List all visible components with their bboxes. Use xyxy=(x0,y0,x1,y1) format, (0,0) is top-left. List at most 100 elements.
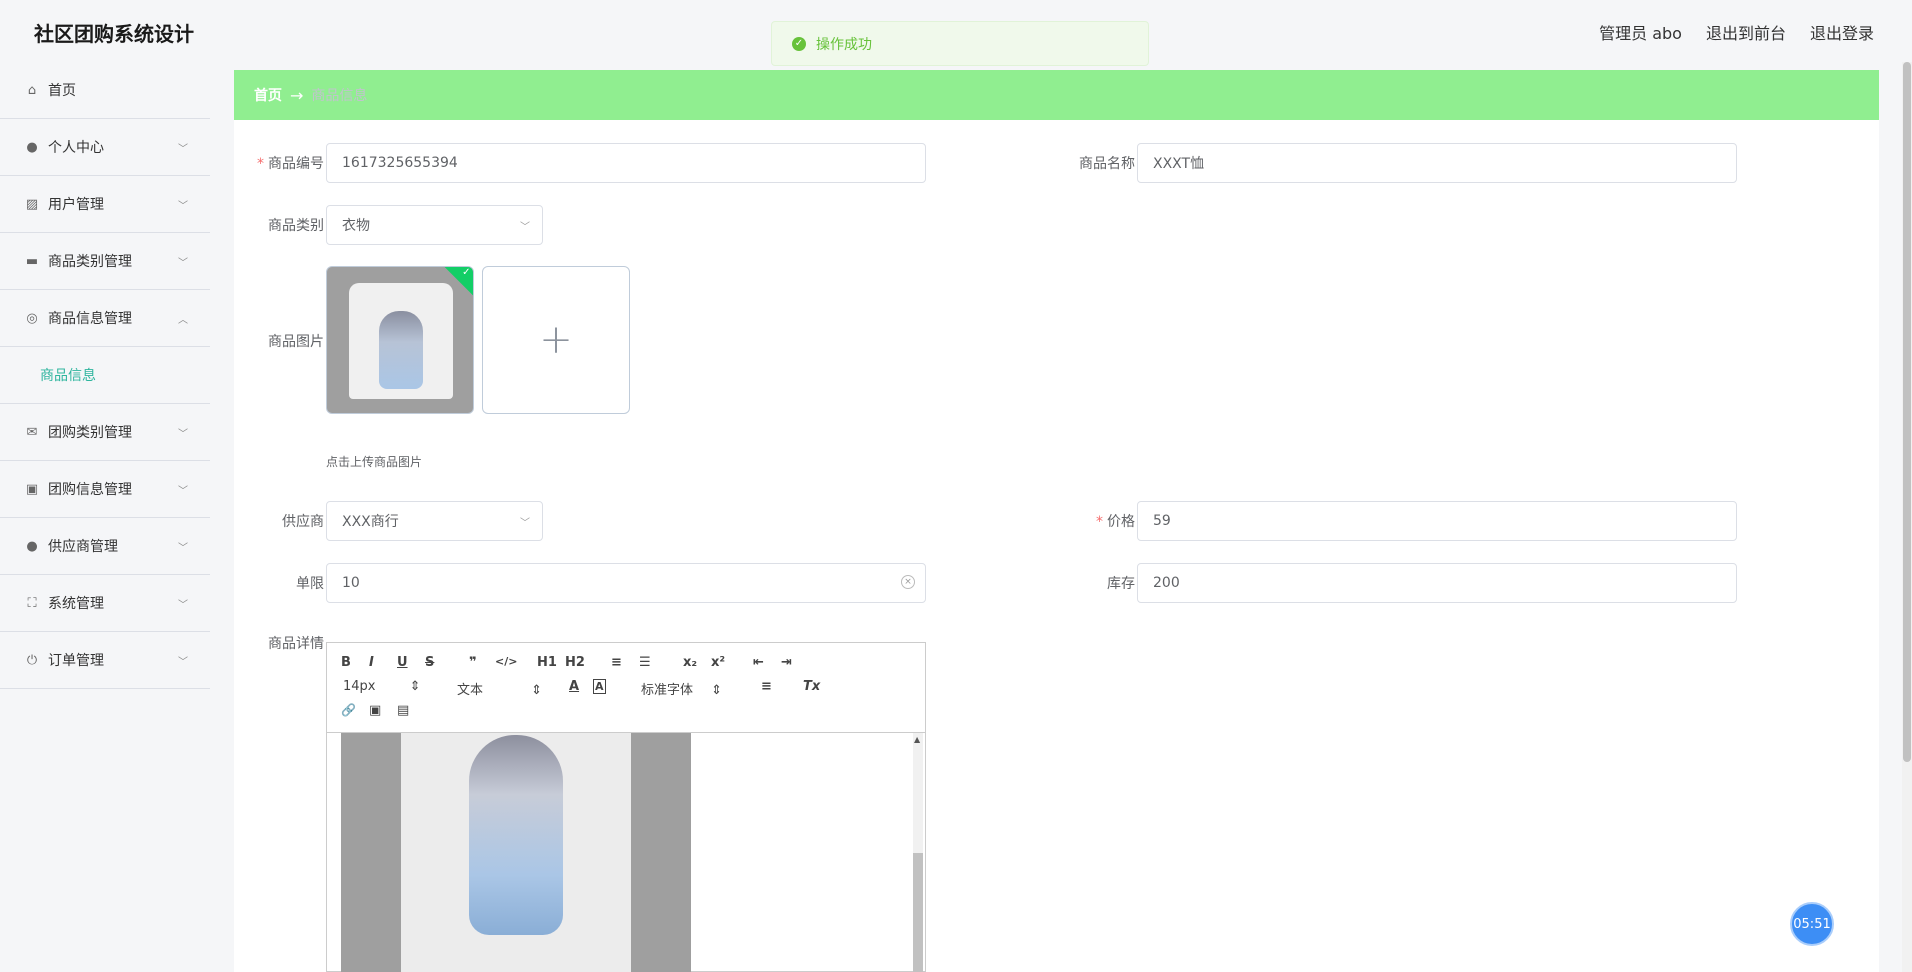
name-label: 商品名称 xyxy=(1079,156,1135,172)
code-label: * 商品编号 xyxy=(257,156,324,172)
sidebar-item-label: 商品类别管理 xyxy=(48,254,132,270)
supplier-select[interactable]: XXX商行 ﹀ xyxy=(326,501,543,541)
sidebar-item-user-management[interactable]: ▨ 用户管理 ﹀ xyxy=(0,176,210,233)
user-icon: ● xyxy=(26,538,38,554)
chevron-down-icon: ﹀ xyxy=(178,258,188,269)
editor-product-image xyxy=(341,733,691,972)
font-family-select[interactable]: 标准字体 ⇕ xyxy=(641,679,722,698)
sidebar-item-home[interactable]: ⌂ 首页 xyxy=(0,62,210,119)
price-input[interactable]: 59 xyxy=(1137,501,1737,541)
chevron-down-icon: ﹀ xyxy=(178,144,188,155)
link-icon[interactable]: 🔗 xyxy=(341,703,356,717)
sidebar-item-system-management[interactable]: ⛶ 系统管理 ﹀ xyxy=(0,575,210,632)
sidebar-item-category-management[interactable]: ▬ 商品类别管理 ﹀ xyxy=(0,233,210,290)
video-icon[interactable]: ▤ xyxy=(397,703,409,718)
sidebar-item-groupbuy-category[interactable]: ✉ 团购类别管理 ﹀ xyxy=(0,404,210,461)
sidebar-item-label: 商品信息管理 xyxy=(48,311,132,327)
check-icon: ✓ xyxy=(462,266,471,278)
text-type-select[interactable]: 文本 ⇕ xyxy=(457,679,542,698)
code-input[interactable]: 1617325655394 xyxy=(326,143,926,183)
mail-icon: ✉ xyxy=(26,424,38,440)
sidebar-item-order-management[interactable]: ⏻ 订单管理 ﹀ xyxy=(0,632,210,689)
breadcrumb: 首页 → 商品信息 xyxy=(234,70,1879,120)
timer-badge: 05:51 xyxy=(1790,902,1834,946)
success-toast: ✓ 操作成功 xyxy=(771,21,1149,66)
character-figure xyxy=(469,735,563,935)
sidebar-item-label: 用户管理 xyxy=(48,197,104,213)
rich-text-editor[interactable]: B I U S ❞ </> H1 H2 ≡ ☰ x₂ x² ⇤ ⇥ 14px ⇕… xyxy=(326,642,926,972)
app-title: 社区团购系统设计 xyxy=(34,22,194,46)
heading1-button[interactable]: H1 xyxy=(537,655,557,670)
sidebar-item-personal-center[interactable]: ● 个人中心 ﹀ xyxy=(0,119,210,176)
detail-label: 商品详情 xyxy=(268,636,324,652)
sidebar: ⌂ 首页 ● 个人中心 ﹀ ▨ 用户管理 ﹀ ▬ 商品类别管理 ﹀ ◎ 商品信息… xyxy=(0,62,210,972)
fullscreen-icon: ⛶ xyxy=(27,595,37,611)
price-label: * 价格 xyxy=(1096,514,1135,530)
breadcrumb-current: 商品信息 xyxy=(311,88,368,104)
strike-button[interactable]: S xyxy=(425,655,434,670)
category-label: 商品类别 xyxy=(268,218,324,234)
chart-icon: ▨ xyxy=(25,196,39,212)
sidebar-item-groupbuy-info[interactable]: ▣ 团购信息管理 ﹀ xyxy=(0,461,210,518)
logout-link[interactable]: 退出登录 xyxy=(1810,20,1874,44)
sidebar-item-product-management[interactable]: ◎ 商品信息管理 ︿ xyxy=(0,290,210,347)
subscript-button[interactable]: x₂ xyxy=(683,655,697,670)
scrollbar-thumb[interactable] xyxy=(913,853,923,972)
stock-input[interactable]: 200 xyxy=(1137,563,1737,603)
sidebar-item-label: 团购信息管理 xyxy=(48,482,132,498)
blockquote-button[interactable]: ❞ xyxy=(469,655,477,670)
success-check-icon: ✓ xyxy=(792,36,806,51)
bullet-list-button[interactable]: ☰ xyxy=(639,655,651,670)
add-image-button[interactable]: + xyxy=(482,266,630,414)
bold-button[interactable]: B xyxy=(341,655,351,670)
sidebar-item-supplier-management[interactable]: ● 供应商管理 ﹀ xyxy=(0,518,210,575)
breadcrumb-arrow-icon: → xyxy=(290,85,304,105)
chevron-down-icon: ﹀ xyxy=(178,486,188,497)
code-block-button[interactable]: </> xyxy=(495,655,517,668)
home-icon: ⌂ xyxy=(27,82,37,98)
chevron-down-icon: ﹀ xyxy=(178,543,188,554)
category-select[interactable]: 衣物 ﹀ xyxy=(326,205,543,245)
sidebar-subitem-product-info[interactable]: 商品信息 xyxy=(0,347,210,404)
limit-input[interactable]: 10 × xyxy=(326,563,926,603)
sidebar-item-label: 首页 xyxy=(48,83,76,99)
supplier-label: 供应商 xyxy=(282,514,324,530)
breadcrumb-home[interactable]: 首页 xyxy=(254,85,282,105)
sidebar-item-label: 订单管理 xyxy=(48,653,104,669)
back-to-frontend-link[interactable]: 退出到前台 xyxy=(1706,20,1786,44)
sidebar-item-label: 团购类别管理 xyxy=(48,425,132,441)
superscript-button[interactable]: x² xyxy=(711,655,725,670)
clear-icon[interactable]: × xyxy=(901,575,915,589)
outdent-button[interactable]: ⇤ xyxy=(753,655,764,670)
font-color-button[interactable]: A xyxy=(569,679,579,694)
briefcase-icon: ▬ xyxy=(25,253,39,269)
chevron-down-icon: ﹀ xyxy=(520,518,530,529)
page-scrollbar-thumb[interactable] xyxy=(1903,62,1911,762)
product-image-thumbnail[interactable]: ✓ xyxy=(326,266,474,414)
editor-content[interactable]: ▲ xyxy=(327,733,925,972)
chevron-down-icon: ﹀ xyxy=(178,600,188,611)
ordered-list-button[interactable]: ≡ xyxy=(611,655,622,670)
clear-format-button[interactable]: Tx xyxy=(803,679,820,694)
underline-button[interactable]: U xyxy=(397,655,408,670)
image-label: 商品图片 xyxy=(268,334,324,350)
image-icon[interactable]: ▣ xyxy=(369,703,381,718)
font-size-select[interactable]: 14px ⇕ xyxy=(343,679,421,694)
power-icon: ⏻ xyxy=(26,652,38,668)
italic-button[interactable]: I xyxy=(369,655,374,670)
toast-message: 操作成功 xyxy=(816,36,872,53)
heading2-button[interactable]: H2 xyxy=(565,655,585,670)
editor-toolbar: B I U S ❞ </> H1 H2 ≡ ☰ x₂ x² ⇤ ⇥ 14px ⇕… xyxy=(327,643,925,733)
sidebar-item-label: 个人中心 xyxy=(48,140,104,156)
chevron-up-icon: ︿ xyxy=(178,315,188,326)
page-scrollbar[interactable] xyxy=(1902,62,1912,972)
user-icon: ● xyxy=(26,139,38,155)
name-input[interactable]: XXXT恤 xyxy=(1137,143,1737,183)
align-button[interactable]: ≡ xyxy=(761,679,772,694)
stock-label: 库存 xyxy=(1107,576,1135,592)
indent-button[interactable]: ⇥ xyxy=(781,655,792,670)
scroll-up-icon[interactable]: ▲ xyxy=(914,735,920,744)
limit-label: 单限 xyxy=(296,576,324,592)
editor-scrollbar[interactable]: ▲ xyxy=(913,733,923,972)
background-color-button[interactable]: A xyxy=(593,679,606,694)
